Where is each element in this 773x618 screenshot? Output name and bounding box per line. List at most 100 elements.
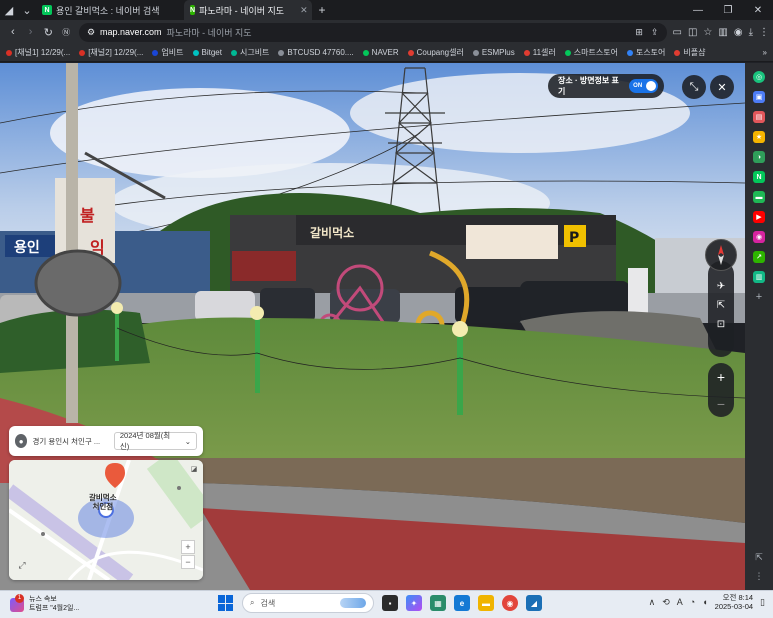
tab-title: 용인 갈비먹소 : 네이버 검색 [56, 5, 160, 16]
maximize-button[interactable]: ❐ [713, 5, 743, 16]
tray-app-icon[interactable]: ⟲ [662, 597, 670, 608]
clock[interactable]: 오전 8:14 2025-03-04 [715, 593, 753, 612]
tab-list-icon[interactable]: ⌄ [18, 0, 36, 20]
minimap-zoom-out-button[interactable]: − [181, 555, 195, 569]
bookmark-favicon-icon [472, 49, 479, 56]
new-tab-button[interactable]: + [312, 3, 332, 17]
naver-home-icon[interactable]: Ⓝ [57, 22, 75, 42]
screenshot-icon[interactable]: ◫ [688, 27, 697, 38]
minimap-place-label[interactable]: 갈비먹소 처인점 [89, 493, 117, 511]
instagram-icon[interactable]: ◉ [753, 231, 765, 243]
naver-app-icon[interactable]: N [753, 171, 765, 183]
chrome-icon[interactable]: ◉ [502, 595, 518, 611]
meat-banner [232, 251, 296, 281]
taskbar-search[interactable]: ⌕ 검색 [242, 593, 374, 613]
network-icon[interactable]: ◔ [690, 597, 695, 607]
bookmark-item[interactable]: 토스토어 [626, 47, 665, 58]
bookmark-item[interactable]: [채널1] 12/29(... [6, 47, 70, 58]
zoom-in-button[interactable]: + [717, 369, 725, 385]
capture-icon[interactable]: ⊡ [717, 319, 725, 330]
input-language-indicator[interactable]: A [677, 597, 683, 607]
browser-menu-icon[interactable]: ◢ [0, 0, 18, 20]
file-explorer-icon[interactable]: ▬ [478, 595, 494, 611]
site-info-icon[interactable]: ⚙ [87, 27, 95, 38]
close-window-button[interactable]: ✕ [743, 5, 773, 16]
split-view-icon[interactable]: ▥ [718, 27, 727, 38]
bookmark-item[interactable]: BTCUSD 47760.... [278, 48, 354, 57]
bookmark-item[interactable]: Coupang셀러 [407, 47, 464, 58]
bookmark-item[interactable]: NAVER [362, 48, 399, 57]
copilot-taskbar-icon[interactable]: ✦ [406, 595, 422, 611]
airplane-icon[interactable]: ✈ [717, 281, 725, 292]
download-icon[interactable]: ⤓ [749, 27, 753, 38]
address-bar[interactable]: ⚙ map.naver.com 파노라마 - 네이버 지도 ⊞ ⇪ [78, 22, 667, 42]
shopping-icon[interactable]: ▤ [753, 111, 765, 123]
naver-map-favicon-icon: N [190, 5, 196, 15]
compass[interactable] [705, 239, 737, 271]
task-view-icon[interactable]: ▪ [382, 595, 398, 611]
bookmark-item[interactable]: Bitget [192, 48, 222, 57]
add-app-icon[interactable]: + [756, 291, 762, 303]
back-button[interactable]: ‹ [4, 22, 22, 42]
bookmark-item[interactable]: ESMPlus [472, 48, 515, 57]
news-badge: 1 [15, 593, 24, 603]
place-info-toggle[interactable]: 장소 · 방면정보 표기 ON [548, 74, 664, 98]
news-icon: 1 [10, 593, 24, 612]
more-menu-icon[interactable]: ⋮ [759, 27, 769, 38]
translate-icon[interactable]: ◑ [753, 151, 765, 163]
sidebar-settings-icon[interactable]: ⋮ [755, 571, 764, 582]
volume-icon[interactable]: ◖ [702, 597, 707, 607]
forward-button[interactable]: › [22, 22, 40, 42]
windows-start-icon[interactable] [218, 595, 234, 611]
utility-pole [66, 63, 78, 423]
share-icon[interactable]: ⇱ [717, 300, 725, 311]
bookmark-item[interactable]: 업비트 [152, 47, 184, 58]
photos-icon[interactable]: ▦ [430, 595, 446, 611]
external-link-icon[interactable]: ⇱ [755, 552, 763, 563]
star-icon[interactable]: ★ [753, 131, 765, 143]
wallet-icon[interactable]: ▥ [753, 271, 765, 283]
share-icon[interactable]: ⇪ [651, 27, 659, 38]
line-icon[interactable]: ▬ [753, 191, 765, 203]
browser-toolbar: ‹ › ↻ Ⓝ ⚙ map.naver.com 파노라마 - 네이버 지도 ⊞ … [0, 20, 773, 44]
edge-icon[interactable]: e [454, 595, 470, 611]
toggle-switch[interactable]: ON [629, 79, 658, 93]
close-tab-icon[interactable]: ✕ [300, 5, 308, 16]
expand-map-icon[interactable]: ⤢ [15, 558, 29, 572]
stock-icon[interactable]: ↗ [753, 251, 765, 263]
minimize-panorama-button[interactable]: ⤡ [682, 75, 706, 99]
capture-date-select[interactable]: 2024년 08월(최신) ⌄ [113, 431, 197, 451]
profile-icon[interactable]: ◉ [734, 27, 743, 38]
bookmarks-more-button[interactable]: » [763, 48, 767, 57]
news-widget[interactable]: 1 뉴스 속보 트럼프 "4월2일... [0, 593, 120, 613]
bookmark-item[interactable]: 시그비트 [230, 47, 269, 58]
reload-button[interactable]: ↻ [39, 22, 57, 42]
sidebar-bottom-tools: ⇱ ⋮ [755, 552, 764, 590]
minimize-button[interactable]: — [683, 5, 713, 16]
chat-icon[interactable]: ▣ [753, 91, 765, 103]
tray-overflow-icon[interactable]: ∧ [649, 597, 656, 608]
zoom-out-button[interactable]: − [717, 396, 725, 412]
close-panorama-button[interactable]: ✕ [710, 75, 734, 99]
minimap[interactable]: 갈비먹소 처인점 + − ⤢ ◪ [9, 460, 203, 580]
bookmark-item[interactable]: 스마트스토어 [564, 47, 618, 58]
bookmark-item[interactable]: [채널2] 12/29(... [79, 47, 143, 58]
copilot-icon[interactable]: ◎ [753, 71, 765, 83]
windows-taskbar: 1 뉴스 속보 트럼프 "4월2일... ⌕ 검색 ▪ ✦ ▦ e ▬ ◉ ◢ … [0, 590, 773, 618]
tab-panorama[interactable]: N 파노라마 - 네이버 지도 ✕ [184, 0, 312, 20]
bookmark-favicon-icon [407, 49, 414, 56]
install-app-icon[interactable]: ⊞ [635, 27, 643, 38]
minimap-zoom-in-button[interactable]: + [181, 540, 195, 554]
tab-naver-search[interactable]: N 용인 갈비먹소 : 네이버 검색 [36, 0, 184, 20]
panorama-viewport[interactable]: 용인 불 익 갈비먹소 P 장소 · 방면정보 표기 ON ⤡ ✕ ✈ ⇱ ⊡ … [0, 63, 745, 590]
whale-browser-icon[interactable]: ◢ [526, 595, 542, 611]
bookmark-item[interactable]: 비플샵 [674, 47, 706, 58]
favorites-icon[interactable]: ☆ [703, 27, 712, 38]
minimap-layer-icon[interactable]: ◪ [187, 462, 201, 476]
youtube-icon[interactable]: ▶ [753, 211, 765, 223]
vertical-sign-text: 불 [80, 206, 95, 225]
tab-strip: ◢ ⌄ N 용인 갈비먹소 : 네이버 검색 N 파노라마 - 네이버 지도 ✕… [0, 0, 773, 20]
camera-icon[interactable]: ▭ [673, 27, 682, 38]
notification-icon[interactable]: ▯ [760, 597, 765, 608]
bookmark-item[interactable]: 11셀러 [523, 47, 556, 58]
